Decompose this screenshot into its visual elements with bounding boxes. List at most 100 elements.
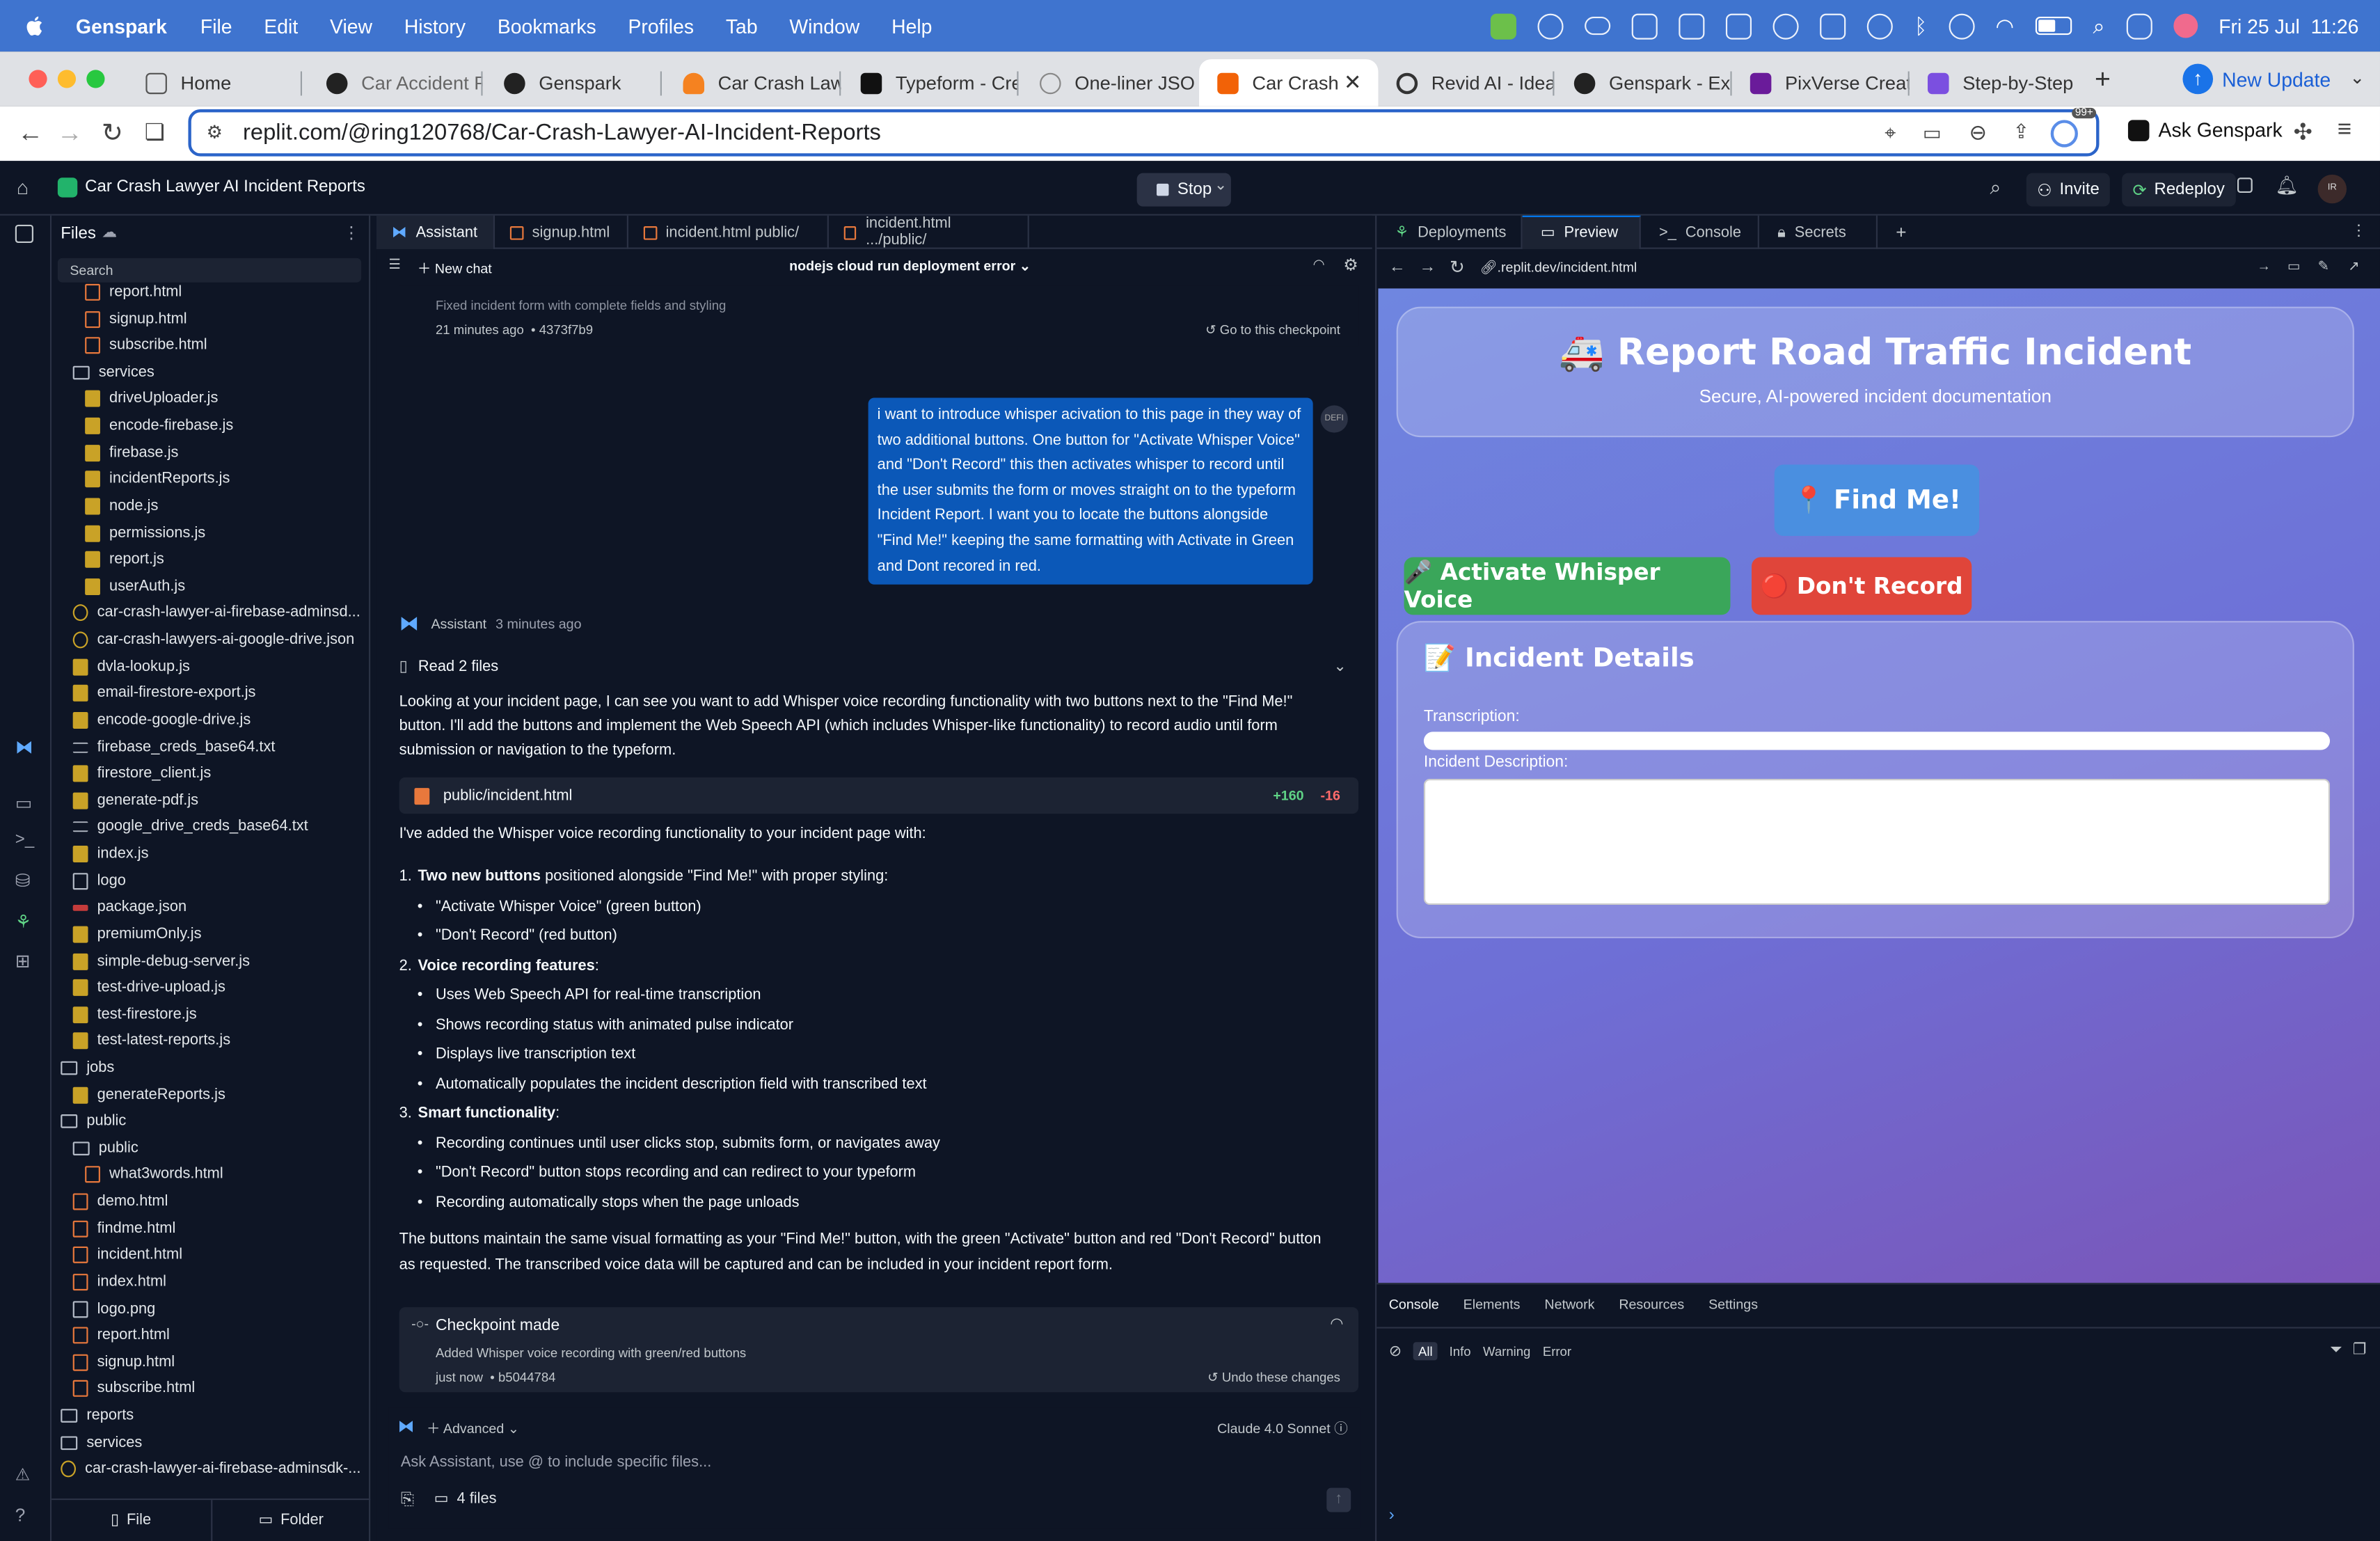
tab-search-chevron-icon[interactable]: ⌄: [2349, 67, 2365, 88]
status-sync-icon[interactable]: [1538, 13, 1564, 39]
attach-paperclip-icon[interactable]: ⎘: [401, 1491, 414, 1510]
forward-icon[interactable]: →: [56, 119, 84, 147]
menu-edit[interactable]: Edit: [264, 15, 298, 38]
file-item[interactable]: report.js: [85, 547, 164, 573]
status-drive-icon[interactable]: [1632, 13, 1658, 39]
menu-app-name[interactable]: Genspark: [76, 15, 167, 38]
advanced-toggle[interactable]: ＋ Advanced ⌄: [427, 1418, 519, 1437]
menu-tab[interactable]: Tab: [726, 15, 758, 38]
bluetooth-icon[interactable]: ᛒ: [1914, 14, 1927, 38]
browser-tab-car-crash-law[interactable]: Car Crash Law: [665, 59, 841, 106]
folder-item[interactable]: public: [61, 1109, 126, 1135]
alerts-icon[interactable]: ⚠: [15, 1465, 37, 1487]
control-center-icon[interactable]: [2126, 13, 2152, 39]
folder-item[interactable]: services: [72, 360, 154, 386]
tab-deployments[interactable]: ⚘ Deployments: [1377, 215, 1523, 249]
filter-info[interactable]: Info: [1450, 1343, 1471, 1359]
browser-tab-json[interactable]: One-liner JSO: [1022, 59, 1198, 106]
file-item[interactable]: logo.png: [72, 1296, 155, 1322]
new-file-button[interactable]: ▯ File: [51, 1500, 210, 1541]
preview-devtools-icon[interactable]: ✎: [2318, 258, 2329, 275]
browser-tab-step[interactable]: Step-by-Step: [1910, 59, 2088, 106]
file-item[interactable]: findme.html: [72, 1216, 175, 1242]
tab-preview[interactable]: ▭ Preview: [1522, 215, 1641, 249]
new-chat-button[interactable]: ＋ New chat: [418, 258, 492, 278]
file-item[interactable]: signup.html: [72, 1350, 175, 1375]
checkpoint-share-icon[interactable]: ◠: [1330, 1316, 1343, 1333]
file-item[interactable]: firebase.js: [85, 440, 178, 466]
status-app-icon[interactable]: [1491, 13, 1517, 39]
filter-funnel-icon[interactable]: ⏷: [2330, 1342, 2342, 1359]
shell-icon[interactable]: >_: [15, 830, 37, 852]
console-prompt-icon[interactable]: ›: [1389, 1506, 1395, 1524]
new-update-button[interactable]: ↑ New Update: [2182, 61, 2331, 97]
install-app-icon[interactable]: ▭: [1923, 122, 1942, 146]
folder-item[interactable]: reports: [61, 1403, 134, 1429]
add-tab-plus-icon[interactable]: +: [1878, 216, 1925, 249]
changed-file-card[interactable]: public/incident.html +160 -16: [399, 777, 1359, 814]
status-grid-icon[interactable]: [1679, 13, 1705, 39]
copy-console-icon[interactable]: ❐: [2353, 1342, 2367, 1359]
transcription-field[interactable]: [1423, 732, 2331, 750]
folder-item[interactable]: jobs: [61, 1055, 114, 1081]
devtools-tab-settings[interactable]: Settings: [1708, 1297, 1758, 1312]
apps-grid-icon[interactable]: ⊞: [15, 950, 37, 972]
devtools-tab-resources[interactable]: Resources: [1619, 1297, 1684, 1312]
activate-whisper-button[interactable]: 🎤 Activate Whisper Voice: [1404, 557, 1731, 615]
filter-error[interactable]: Error: [1543, 1343, 1571, 1359]
replit-search-icon[interactable]: ⌕: [1990, 176, 2001, 200]
send-button[interactable]: ↑: [1326, 1487, 1351, 1512]
file-item[interactable]: firestore_client.js: [72, 761, 211, 787]
site-settings-icon[interactable]: ⚙: [207, 122, 223, 143]
browser-tab-typeform[interactable]: Typeform - Cre: [843, 59, 1019, 106]
attached-files[interactable]: ▭ 4 files: [434, 1491, 497, 1508]
files-history-icon[interactable]: ☁: [102, 225, 117, 242]
wifi-icon[interactable]: ◠: [1995, 13, 2014, 39]
thread-title[interactable]: nodejs cloud run deployment error ⌄: [789, 258, 1031, 275]
airdrop-icon[interactable]: [1867, 13, 1894, 39]
tab-console[interactable]: >_ Console: [1641, 215, 1759, 249]
preview-forward-icon[interactable]: →: [1419, 258, 1436, 276]
menu-view[interactable]: View: [330, 15, 372, 38]
tab-incident-html-public[interactable]: incident.html public/: [628, 215, 828, 249]
url-text[interactable]: replit.com/@ring120768/Car-Crash-Lawyer-…: [243, 120, 881, 145]
reload-icon[interactable]: ↻: [99, 119, 126, 147]
preview-back-icon[interactable]: ←: [1389, 258, 1406, 276]
tab-incident-html-parent[interactable]: incident.html .../public/: [828, 215, 1029, 249]
menubar-datetime[interactable]: Fri 25 Jul 11:26: [2219, 15, 2358, 38]
file-item[interactable]: demo.html: [72, 1189, 168, 1215]
file-item[interactable]: subscribe.html: [72, 1376, 195, 1402]
file-item[interactable]: userAuth.js: [85, 574, 185, 599]
play-icon[interactable]: [1773, 13, 1800, 39]
apple-logo-icon[interactable]: [23, 14, 47, 38]
browser-tab-car-accident[interactable]: Car Accident R: [308, 59, 483, 106]
bookmark-icon[interactable]: ❏: [141, 120, 168, 147]
file-item[interactable]: index.html: [72, 1269, 166, 1295]
preview-url-bar[interactable]: 🔗︎.replit.dev/incident.html: [1480, 260, 1637, 276]
expand-chevron-icon[interactable]: ⌄: [1333, 658, 1346, 675]
model-selector[interactable]: Claude 4.0 Sonnet ⓘ: [1217, 1418, 1348, 1437]
filter-all[interactable]: All: [1413, 1342, 1438, 1361]
file-item[interactable]: report.html: [72, 1322, 170, 1348]
clear-console-icon[interactable]: ⊘: [1389, 1343, 1402, 1359]
extensions-puzzle-icon[interactable]: ✣: [2294, 118, 2312, 145]
folder-item[interactable]: public: [72, 1135, 138, 1161]
composer-input[interactable]: Ask Assistant, use @ to include specific…: [401, 1455, 1342, 1471]
zoom-icon[interactable]: ⊖: [1969, 120, 1987, 145]
file-item[interactable]: firebase_creds_base64.txt: [72, 734, 275, 760]
preview-go-icon[interactable]: →: [2257, 258, 2271, 274]
share-icon[interactable]: ⇪: [2013, 120, 2029, 144]
panel-more-icon[interactable]: ⋮: [2351, 223, 2367, 240]
file-item[interactable]: package.json: [72, 894, 187, 920]
cloud-icon[interactable]: [1585, 16, 1611, 35]
menu-hamburger-icon[interactable]: ≡: [2338, 117, 2351, 144]
preview-device-icon[interactable]: ▭: [2287, 258, 2301, 275]
preview-icon[interactable]: ▭: [15, 793, 37, 814]
database-icon[interactable]: ⛁: [15, 870, 37, 892]
screen-mirror-icon[interactable]: [1820, 13, 1846, 39]
read-files-row[interactable]: ▯ Read 2 files ⌄: [399, 653, 1358, 680]
devtools-tab-network[interactable]: Network: [1544, 1297, 1594, 1312]
browser-tab-revid[interactable]: Revid AI - Idea: [1378, 59, 1555, 106]
window-close-button[interactable]: [29, 70, 47, 88]
status-pdf-icon[interactable]: [1726, 13, 1752, 39]
